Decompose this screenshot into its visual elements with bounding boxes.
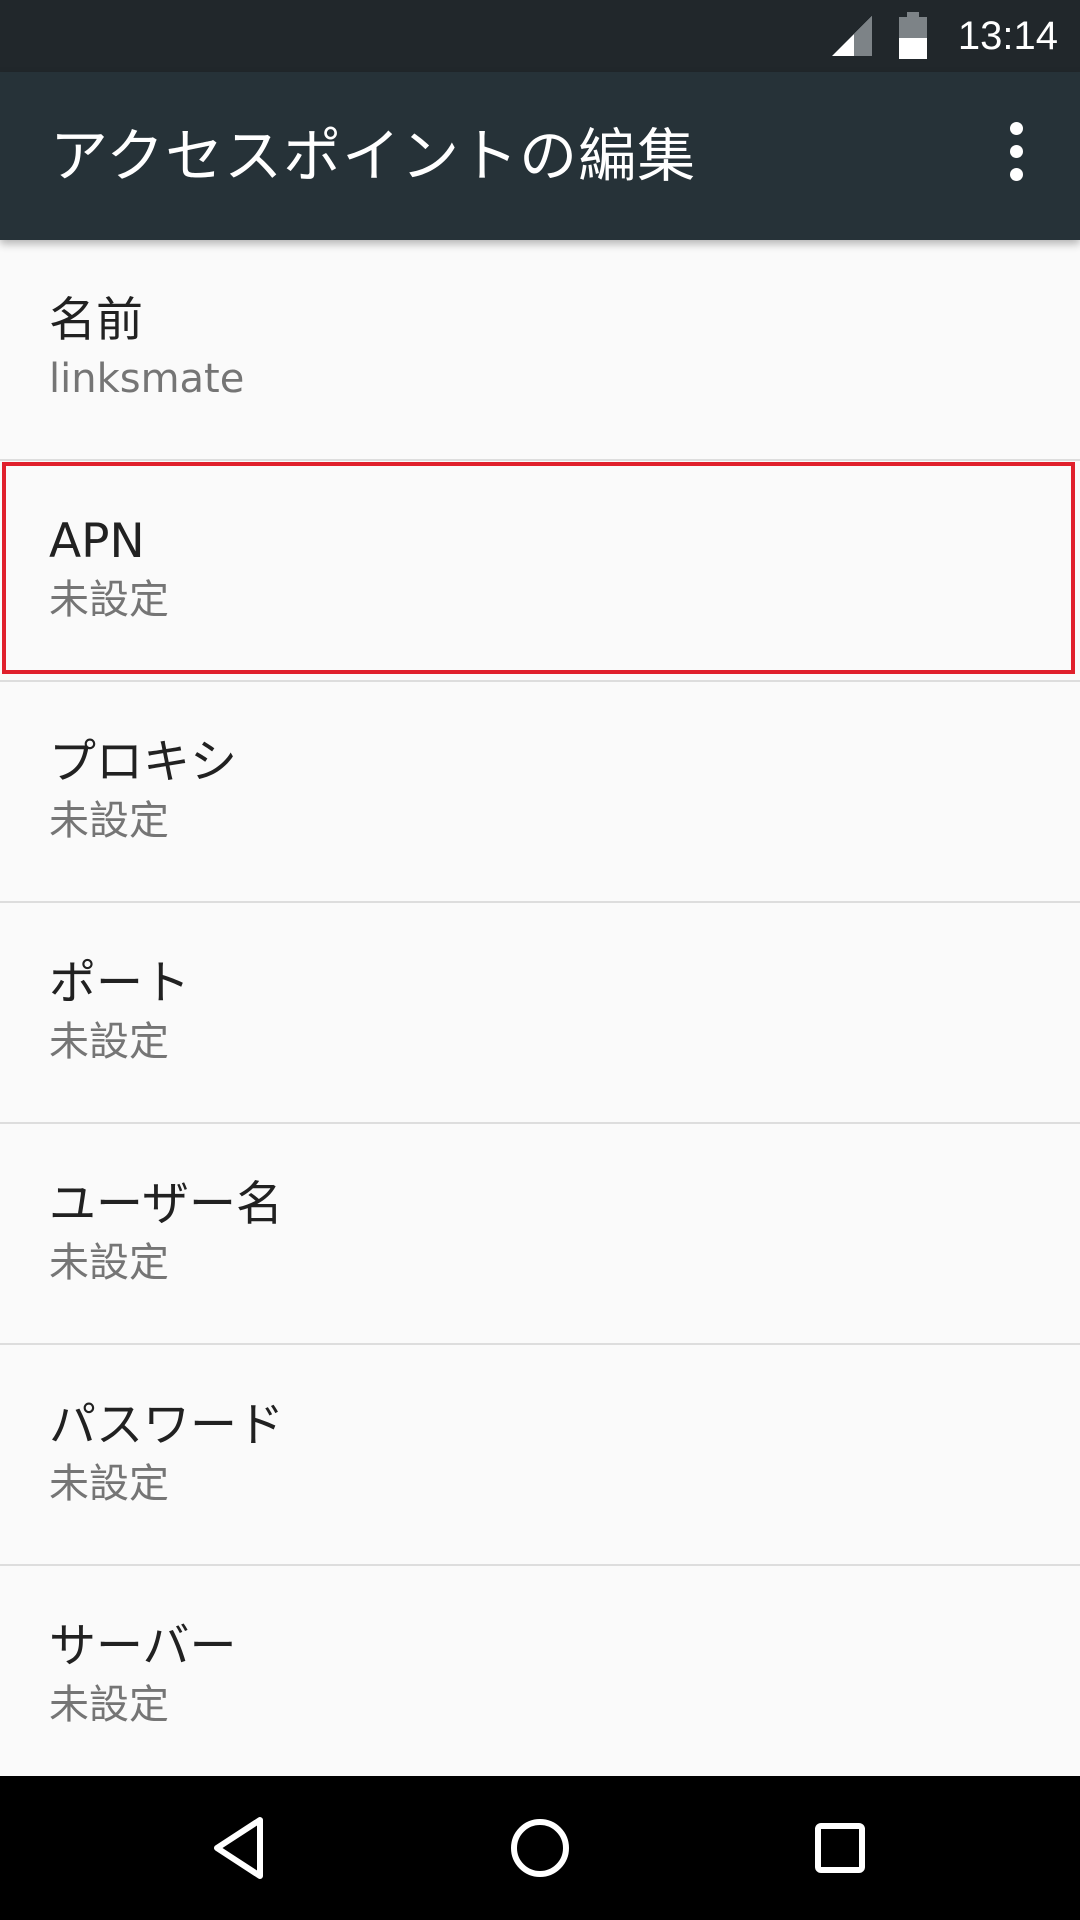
home-icon <box>511 1819 569 1877</box>
navigation-bar <box>0 1776 1080 1920</box>
pref-item-password[interactable]: パスワード 未設定 <box>0 1345 1080 1566</box>
pref-summary: 未設定 <box>49 577 169 623</box>
home-button[interactable] <box>490 1798 590 1898</box>
pref-title: サーバー <box>49 1619 237 1674</box>
more-vert-icon <box>1010 122 1023 135</box>
battery-icon <box>899 12 927 59</box>
pref-title: ユーザー名 <box>49 1177 284 1232</box>
more-options-button[interactable] <box>976 112 1056 192</box>
pref-item-proxy[interactable]: プロキシ 未設定 <box>0 682 1080 903</box>
pref-item-server[interactable]: サーバー 未設定 <box>0 1566 1080 1787</box>
pref-summary: 未設定 <box>49 798 169 844</box>
pref-summary: 未設定 <box>49 1240 169 1286</box>
pref-summary: 未設定 <box>49 1461 169 1507</box>
pref-title: プロキシ <box>49 735 237 790</box>
pref-item-port[interactable]: ポート 未設定 <box>0 903 1080 1124</box>
back-button[interactable] <box>190 1798 290 1898</box>
page-title: アクセスポイントの編集 <box>50 122 697 190</box>
recents-button[interactable] <box>790 1798 890 1898</box>
status-bar: 13:14 <box>0 0 1080 72</box>
pref-summary: linksmate <box>49 356 245 402</box>
pref-summary: 未設定 <box>49 1019 169 1065</box>
more-vert-icon-dot <box>1010 168 1023 181</box>
pref-summary: 未設定 <box>49 1682 169 1728</box>
pref-title: 名前 <box>49 293 143 348</box>
status-time: 13:14 <box>957 14 1058 58</box>
signal-icon <box>832 16 872 56</box>
back-icon <box>214 1817 263 1879</box>
pref-item-apn[interactable]: APN 未設定 <box>0 461 1080 682</box>
more-vert-icon-dot <box>1010 145 1023 158</box>
pref-item-name[interactable]: 名前 linksmate <box>0 240 1080 461</box>
pref-title: パスワード <box>49 1398 284 1453</box>
pref-title: APN <box>49 514 145 569</box>
pref-item-username[interactable]: ユーザー名 未設定 <box>0 1124 1080 1345</box>
app-bar: アクセスポイントの編集 <box>0 72 1080 240</box>
apn-settings-list: 名前 linksmate APN 未設定 プロキシ 未設定 ポート 未設定 ユー… <box>0 240 1080 1787</box>
recents-icon <box>815 1823 865 1873</box>
pref-title: ポート <box>49 956 190 1011</box>
